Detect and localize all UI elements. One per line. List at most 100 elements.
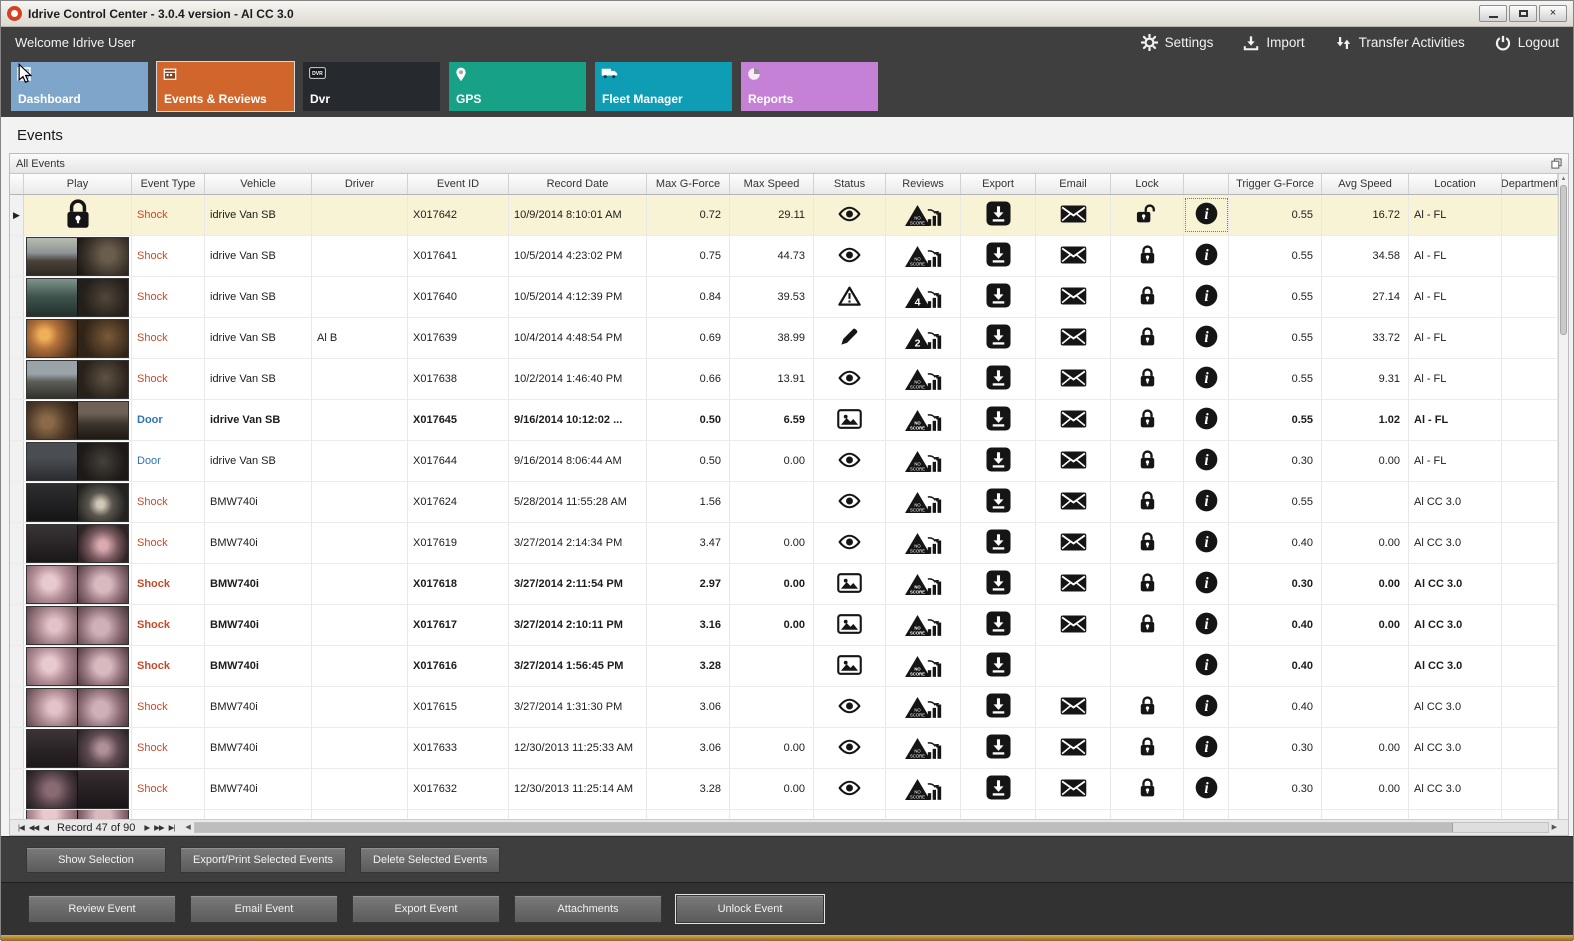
event-row[interactable]: Shock BMW740i X017633 12/30/2013 11:25:33 A… [10, 728, 1558, 769]
review-score-icon[interactable]: NO SCORE [904, 778, 942, 801]
email-envelope-icon[interactable] [1060, 614, 1087, 636]
pager-first-button[interactable]: |◀ [18, 824, 25, 832]
review-score-icon[interactable]: 2 [904, 327, 942, 350]
scroll-left-icon[interactable]: ◀ [182, 824, 193, 831]
event-thumbnail[interactable] [26, 236, 129, 276]
event-row[interactable]: Shock idrive Van SB Al B X017639 10/4/2014 4… [10, 318, 1558, 359]
pager-last-button[interactable]: ▶| [169, 824, 176, 832]
import-action[interactable]: Import [1243, 35, 1305, 51]
export-download-icon[interactable] [985, 611, 1011, 639]
email-envelope-icon[interactable] [1060, 245, 1087, 267]
event-thumbnail[interactable] [26, 687, 129, 727]
info-icon[interactable]: i [1195, 571, 1218, 597]
event-row[interactable]: Shock BMW740i X017619 3/27/2014 2:14:34 PM 3… [10, 523, 1558, 564]
event-row[interactable]: Door idrive Van SB X017645 9/16/2014 10:12:… [10, 400, 1558, 441]
event-row[interactable]: Shock idrive Van SB X017638 10/2/2014 1:46:… [10, 359, 1558, 400]
logout-action[interactable]: Logout [1495, 35, 1559, 51]
review-score-icon[interactable]: 4 [904, 286, 942, 309]
review-score-icon[interactable]: NO SCORE [904, 368, 942, 391]
export-download-icon[interactable] [985, 775, 1011, 803]
event-thumbnail[interactable] [26, 318, 129, 358]
review-score-icon[interactable]: NO SCORE [904, 737, 942, 760]
locked-icon[interactable] [1139, 531, 1156, 555]
event-thumbnail[interactable] [26, 441, 129, 481]
locked-icon[interactable] [1139, 736, 1156, 760]
email-envelope-icon[interactable] [1060, 204, 1087, 226]
email-envelope-icon[interactable] [1060, 696, 1087, 718]
pager-prev-page-button[interactable]: ◀◀ [29, 824, 40, 832]
event-row[interactable] [10, 810, 1558, 819]
locked-icon[interactable] [1139, 613, 1156, 637]
info-icon[interactable]: i [1195, 612, 1218, 638]
email-envelope-icon[interactable] [1060, 778, 1087, 800]
info-icon[interactable]: i [1195, 489, 1218, 515]
review-score-icon[interactable]: NO SCORE [904, 696, 942, 719]
locked-icon[interactable] [1139, 367, 1156, 391]
event-thumbnail[interactable] [26, 482, 129, 522]
attachments-button[interactable]: Attachments [514, 895, 662, 923]
unlock-event-button[interactable]: Unlock Event [676, 895, 824, 923]
export-download-icon[interactable] [985, 570, 1011, 598]
settings-action[interactable]: Settings [1140, 34, 1213, 51]
email-envelope-icon[interactable] [1060, 532, 1087, 554]
minimize-button[interactable] [1479, 5, 1507, 22]
event-thumbnail[interactable] [26, 728, 129, 768]
email-event-button[interactable]: Email Event [190, 895, 338, 923]
expand-grid-icon[interactable] [1551, 158, 1562, 169]
event-row[interactable]: Shock BMW740i X017615 3/27/2014 1:31:30 PM 3… [10, 687, 1558, 728]
export-print-selected-button[interactable]: Export/Print Selected Events [180, 846, 347, 873]
locked-icon[interactable] [1139, 572, 1156, 596]
locked-icon[interactable] [1139, 695, 1156, 719]
event-thumbnail[interactable] [26, 646, 129, 686]
tab-dvr[interactable]: DVR Dvr [303, 62, 440, 111]
event-row[interactable]: Shock idrive Van SB X017641 10/5/2014 4:23:… [10, 236, 1558, 277]
info-icon[interactable]: i [1195, 694, 1218, 720]
event-row[interactable]: Door idrive Van SB X017644 9/16/2014 8:06:4… [10, 441, 1558, 482]
export-download-icon[interactable] [985, 365, 1011, 393]
email-envelope-icon[interactable] [1060, 573, 1087, 595]
event-thumbnail[interactable] [26, 769, 129, 809]
column-header-blank[interactable] [1184, 174, 1229, 194]
event-row[interactable]: Shock idrive Van SB X017640 10/5/2014 4:12:… [10, 277, 1558, 318]
email-envelope-icon[interactable] [1060, 737, 1087, 759]
close-button[interactable]: × [1539, 5, 1567, 22]
info-icon[interactable]: i [1195, 202, 1218, 228]
column-header-max-g-force[interactable]: Max G-Force [647, 174, 730, 194]
info-icon[interactable]: i [1195, 448, 1218, 474]
scroll-right-icon[interactable]: ▶ [1549, 824, 1560, 831]
event-row[interactable]: Shock BMW740i X017624 5/28/2014 11:55:28 AM… [10, 482, 1558, 523]
event-row[interactable]: ▶ Shock idrive Van SB X017642 10/9/2014 8:10… [10, 195, 1558, 236]
column-header-driver[interactable]: Driver [312, 174, 408, 194]
export-download-icon[interactable] [985, 652, 1011, 680]
column-header-max-speed[interactable]: Max Speed [730, 174, 814, 194]
show-selection-button[interactable]: Show Selection [26, 846, 166, 873]
column-header-event-type[interactable]: Event Type [132, 174, 205, 194]
info-icon[interactable]: i [1195, 407, 1218, 433]
pager-prev-button[interactable]: ◀ [43, 824, 49, 832]
info-icon[interactable]: i [1195, 776, 1218, 802]
email-envelope-icon[interactable] [1060, 491, 1087, 513]
event-thumbnail[interactable] [26, 359, 129, 399]
review-score-icon[interactable]: NO SCORE [904, 491, 942, 514]
info-icon[interactable]: i [1195, 325, 1218, 351]
event-thumbnail[interactable] [26, 605, 129, 645]
export-download-icon[interactable] [985, 324, 1011, 352]
vertical-scrollbar[interactable]: ▲ [1558, 174, 1568, 819]
export-download-icon[interactable] [985, 201, 1011, 229]
column-header-email[interactable]: Email [1036, 174, 1111, 194]
column-header-reviews[interactable]: Reviews [886, 174, 961, 194]
review-score-icon[interactable]: NO SCORE [904, 245, 942, 268]
column-header-export[interactable]: Export [961, 174, 1036, 194]
review-score-icon[interactable]: NO SCORE [904, 532, 942, 555]
scroll-up-icon[interactable]: ▲ [1561, 174, 1567, 184]
pager-next-page-button[interactable]: ▶▶ [154, 824, 165, 832]
vertical-scroll-thumb[interactable] [1560, 185, 1567, 335]
email-envelope-icon[interactable] [1060, 286, 1087, 308]
horizontal-scroll-track[interactable] [193, 822, 1549, 833]
review-event-button[interactable]: Review Event [28, 895, 176, 923]
export-download-icon[interactable] [985, 488, 1011, 516]
horizontal-scroll-thumb[interactable] [194, 823, 1453, 832]
locked-icon[interactable] [1139, 408, 1156, 432]
export-download-icon[interactable] [985, 734, 1011, 762]
locked-icon[interactable] [1139, 777, 1156, 801]
